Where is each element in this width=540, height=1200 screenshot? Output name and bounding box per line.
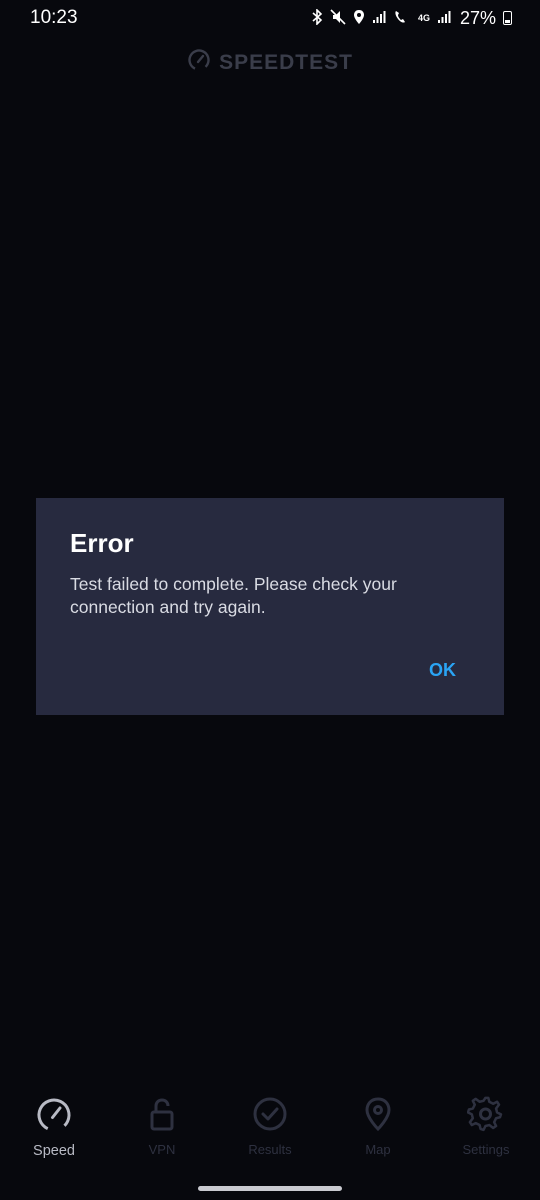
mute-icon (330, 8, 346, 28)
battery-percent: 27% (459, 7, 496, 28)
nav-label-settings: Settings (462, 1142, 510, 1157)
nav-label-results: Results (248, 1142, 292, 1157)
status-bar: 10:23 4G 27% (0, 0, 540, 36)
status-time: 10:23 (30, 7, 78, 28)
gear-icon (466, 1095, 505, 1136)
home-indicator[interactable] (198, 1186, 342, 1191)
lock-icon (143, 1095, 181, 1136)
nav-label-vpn: VPN (148, 1142, 176, 1157)
location-icon (353, 9, 365, 28)
speedometer-icon (35, 1095, 73, 1137)
map-pin-icon (359, 1095, 397, 1136)
nav-item-speed[interactable]: Speed (0, 1095, 108, 1175)
nav-label-speed: Speed (33, 1143, 75, 1159)
bottom-nav: Speed VPN Results Map Settings (0, 1095, 540, 1175)
battery-icon (503, 11, 512, 25)
app-logo: SPEEDTEST (0, 48, 540, 78)
logo-text: SPEEDTEST (219, 51, 353, 74)
signal-icon-2 (437, 10, 451, 27)
nav-item-map[interactable]: Map (324, 1095, 432, 1175)
status-icons: 4G 27% (311, 8, 512, 29)
dialog-message: Test failed to complete. Please check yo… (70, 574, 397, 617)
dialog-title: Error (70, 528, 134, 558)
bluetooth-icon (311, 7, 323, 28)
speedometer-logo-icon (187, 48, 211, 78)
nav-item-results[interactable]: Results (216, 1095, 324, 1175)
nav-item-vpn[interactable]: VPN (108, 1095, 216, 1175)
nav-label-map: Map (365, 1142, 391, 1157)
network-type: 4G (417, 12, 430, 23)
ok-button[interactable]: OK (429, 660, 456, 681)
nav-item-settings[interactable]: Settings (432, 1095, 540, 1175)
signal-icon (372, 10, 386, 27)
wifi-calling-icon (393, 9, 411, 28)
checkmark-circle-icon (251, 1095, 289, 1136)
error-dialog: Error Test failed to complete. Please ch… (36, 498, 504, 715)
